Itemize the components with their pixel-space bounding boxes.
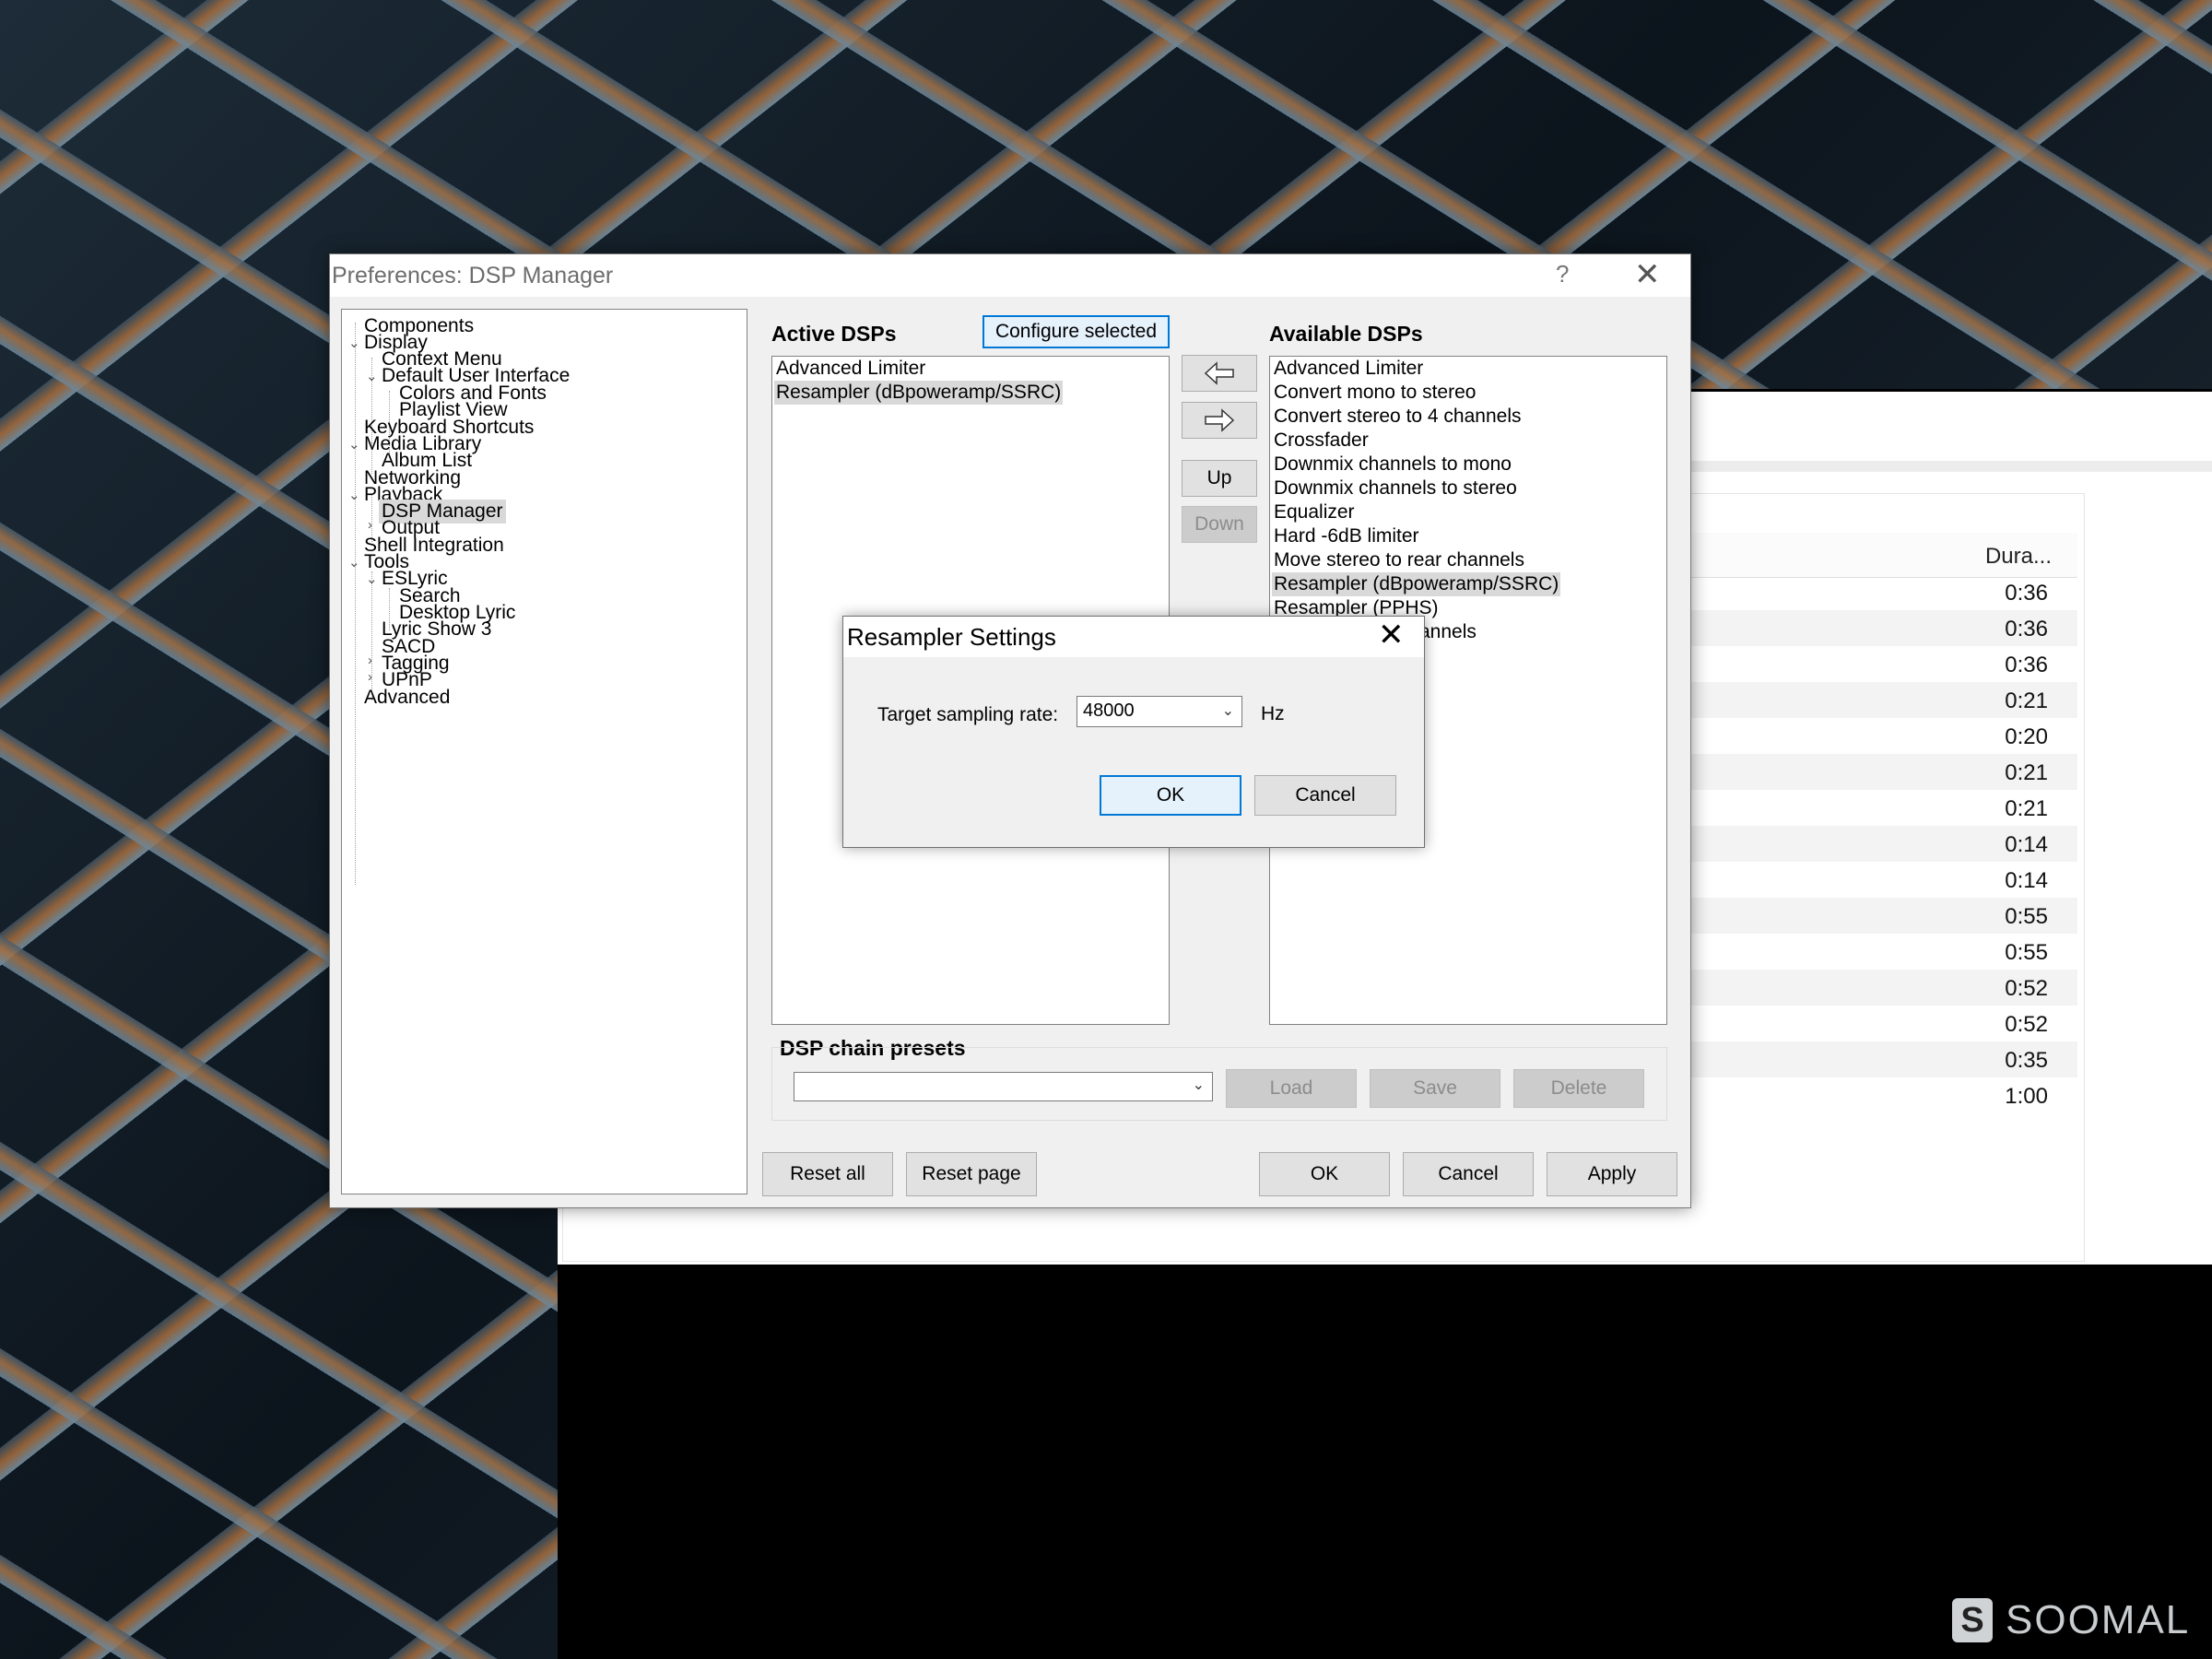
duration-cell: 0:52 — [2005, 976, 2048, 1001]
load-preset-button[interactable]: Load — [1226, 1069, 1357, 1108]
chevron-down-icon[interactable]: ⌄ — [366, 368, 378, 384]
move-left-button[interactable] — [1182, 355, 1257, 392]
available-dsp-item[interactable]: annels — [1418, 620, 1478, 644]
duration-cell: 0:36 — [2005, 653, 2048, 677]
chevron-down-icon[interactable]: ⌄ — [348, 335, 360, 351]
available-dsp-item[interactable]: Downmix channels to stereo — [1272, 477, 1519, 500]
chevron-right-icon[interactable]: › — [368, 517, 372, 533]
playlist-row[interactable]: 1:00 — [1690, 1077, 2077, 1113]
target-sampling-rate-label: Target sampling rate: — [877, 704, 1059, 725]
close-button[interactable]: ✕ — [1634, 256, 1661, 293]
resampler-ok-button[interactable]: OK — [1100, 775, 1241, 816]
playlist-row[interactable]: 0:35 — [1690, 1041, 2077, 1077]
chevron-down-icon[interactable]: ⌄ — [348, 554, 360, 571]
down-button[interactable]: Down — [1182, 506, 1257, 543]
chevron-right-icon[interactable]: › — [368, 653, 372, 668]
configure-selected-button[interactable]: Configure selected — [982, 315, 1170, 348]
chevron-down-icon: ⌄ — [1192, 1077, 1205, 1093]
available-dsp-item[interactable]: Equalizer — [1272, 500, 1357, 524]
duration-cell: 0:36 — [2005, 617, 2048, 641]
duration-cell: 0:21 — [2005, 688, 2048, 713]
reset-page-button[interactable]: Reset page — [906, 1152, 1037, 1196]
preferences-titlebar[interactable]: Preferences: DSP Manager ? ✕ — [330, 254, 1690, 297]
available-dsp-item[interactable]: Resampler (dBpoweramp/SSRC) — [1272, 572, 1561, 596]
duration-column-label[interactable]: Dura... — [1985, 544, 2052, 570]
active-dsp-item[interactable]: Advanced Limiter — [774, 357, 927, 381]
chevron-right-icon[interactable]: › — [368, 669, 372, 685]
duration-cell: 0:35 — [2005, 1048, 2048, 1073]
playlist-row[interactable]: 0:21 — [1690, 682, 2077, 718]
playlist-row[interactable]: 0:14 — [1690, 826, 2077, 862]
soomal-logo-icon: S — [1952, 1598, 1993, 1642]
presets-combo[interactable]: ⌄ — [794, 1072, 1213, 1101]
help-button[interactable]: ? — [1556, 260, 1569, 288]
playlist-row[interactable]: 0:36 — [1690, 610, 2077, 646]
playlist-row[interactable]: 0:52 — [1690, 970, 2077, 1006]
chevron-down-icon[interactable]: ⌄ — [366, 571, 378, 587]
playlist-row[interactable]: 0:20 — [1690, 718, 2077, 754]
playlist-row[interactable]: 0:55 — [1690, 934, 2077, 970]
playlist-row[interactable]: 0:36 — [1690, 574, 2077, 610]
resampler-cancel-button[interactable]: Cancel — [1254, 775, 1396, 816]
tree-item-advanced[interactable]: Advanced — [364, 686, 450, 710]
main-window-divider — [1690, 461, 2212, 472]
duration-cell: 0:21 — [2005, 796, 2048, 821]
playlist-row[interactable]: 0:14 — [1690, 862, 2077, 898]
chevron-down-icon[interactable]: ⌄ — [1222, 701, 1234, 720]
move-right-button[interactable] — [1182, 402, 1257, 439]
duration-cell: 0:55 — [2005, 940, 2048, 965]
chevron-down-icon[interactable]: ⌄ — [348, 487, 360, 503]
available-dsp-item[interactable]: Move stereo to rear channels — [1272, 548, 1526, 572]
available-dsp-item[interactable]: Convert mono to stereo — [1272, 381, 1477, 405]
sampling-rate-value[interactable]: 48000 — [1083, 700, 1135, 722]
available-dsps-title: Available DSPs — [1269, 322, 1423, 346]
main-window-tabbar — [1690, 472, 2212, 490]
duration-cell: 0:20 — [2005, 724, 2048, 749]
active-dsp-item[interactable]: Resampler (dBpoweramp/SSRC) — [774, 381, 1064, 405]
close-button[interactable]: ✕ — [1378, 617, 1405, 653]
save-preset-button[interactable]: Save — [1370, 1069, 1500, 1108]
playlist-row[interactable]: 0:21 — [1690, 754, 2077, 790]
preferences-title: Preferences: DSP Manager — [332, 263, 614, 288]
arrow-right-icon — [1205, 408, 1235, 432]
available-dsp-item[interactable]: Hard -6dB limiter — [1272, 524, 1421, 548]
playlist-row[interactable]: 0:21 — [1690, 790, 2077, 826]
playlist-row[interactable]: 0:36 — [1690, 646, 2077, 682]
watermark: S SOOMAL — [1952, 1593, 2190, 1648]
duration-cell: 1:00 — [2005, 1084, 2048, 1109]
arrow-left-icon — [1204, 361, 1234, 385]
preferences-tree[interactable]: Components ⌄ Display Context Menu ⌄ Defa… — [341, 309, 747, 1194]
resampler-titlebar[interactable]: Resampler Settings ✕ — [843, 617, 1424, 657]
playlist-row[interactable]: 0:55 — [1690, 898, 2077, 934]
duration-cell: 0:14 — [2005, 832, 2048, 857]
up-button[interactable]: Up — [1182, 460, 1257, 497]
duration-cell: 0:55 — [2005, 904, 2048, 929]
active-dsps-title: Active DSPs — [771, 322, 897, 346]
available-dsp-item[interactable]: Convert stereo to 4 channels — [1272, 405, 1524, 429]
available-dsp-item[interactable]: Downmix channels to mono — [1272, 453, 1513, 477]
duration-cell: 0:52 — [2005, 1012, 2048, 1037]
watermark-text: SOOMAL — [2006, 1597, 2191, 1642]
playlist-column-header[interactable]: Dura... — [1690, 533, 2077, 578]
resampler-settings-dialog: Resampler Settings ✕ Target sampling rat… — [842, 616, 1425, 848]
ok-button[interactable]: OK — [1259, 1152, 1390, 1196]
cancel-button[interactable]: Cancel — [1403, 1152, 1534, 1196]
resampler-title: Resampler Settings — [847, 623, 1056, 651]
duration-cell: 0:14 — [2005, 868, 2048, 893]
duration-cell: 0:21 — [2005, 760, 2048, 785]
tree-guide — [355, 323, 356, 885]
sampling-rate-combo[interactable]: 48000 ⌄ — [1077, 696, 1242, 727]
apply-button[interactable]: Apply — [1547, 1152, 1677, 1196]
hz-unit-label: Hz — [1261, 703, 1285, 724]
delete-preset-button[interactable]: Delete — [1513, 1069, 1644, 1108]
playlist-row[interactable]: 0:52 — [1690, 1006, 2077, 1041]
reset-all-button[interactable]: Reset all — [762, 1152, 893, 1196]
chevron-down-icon[interactable]: ⌄ — [348, 436, 360, 453]
available-dsp-item[interactable]: Advanced Limiter — [1272, 357, 1425, 381]
available-dsp-item[interactable]: Crossfader — [1272, 429, 1371, 453]
duration-cell: 0:36 — [2005, 581, 2048, 606]
